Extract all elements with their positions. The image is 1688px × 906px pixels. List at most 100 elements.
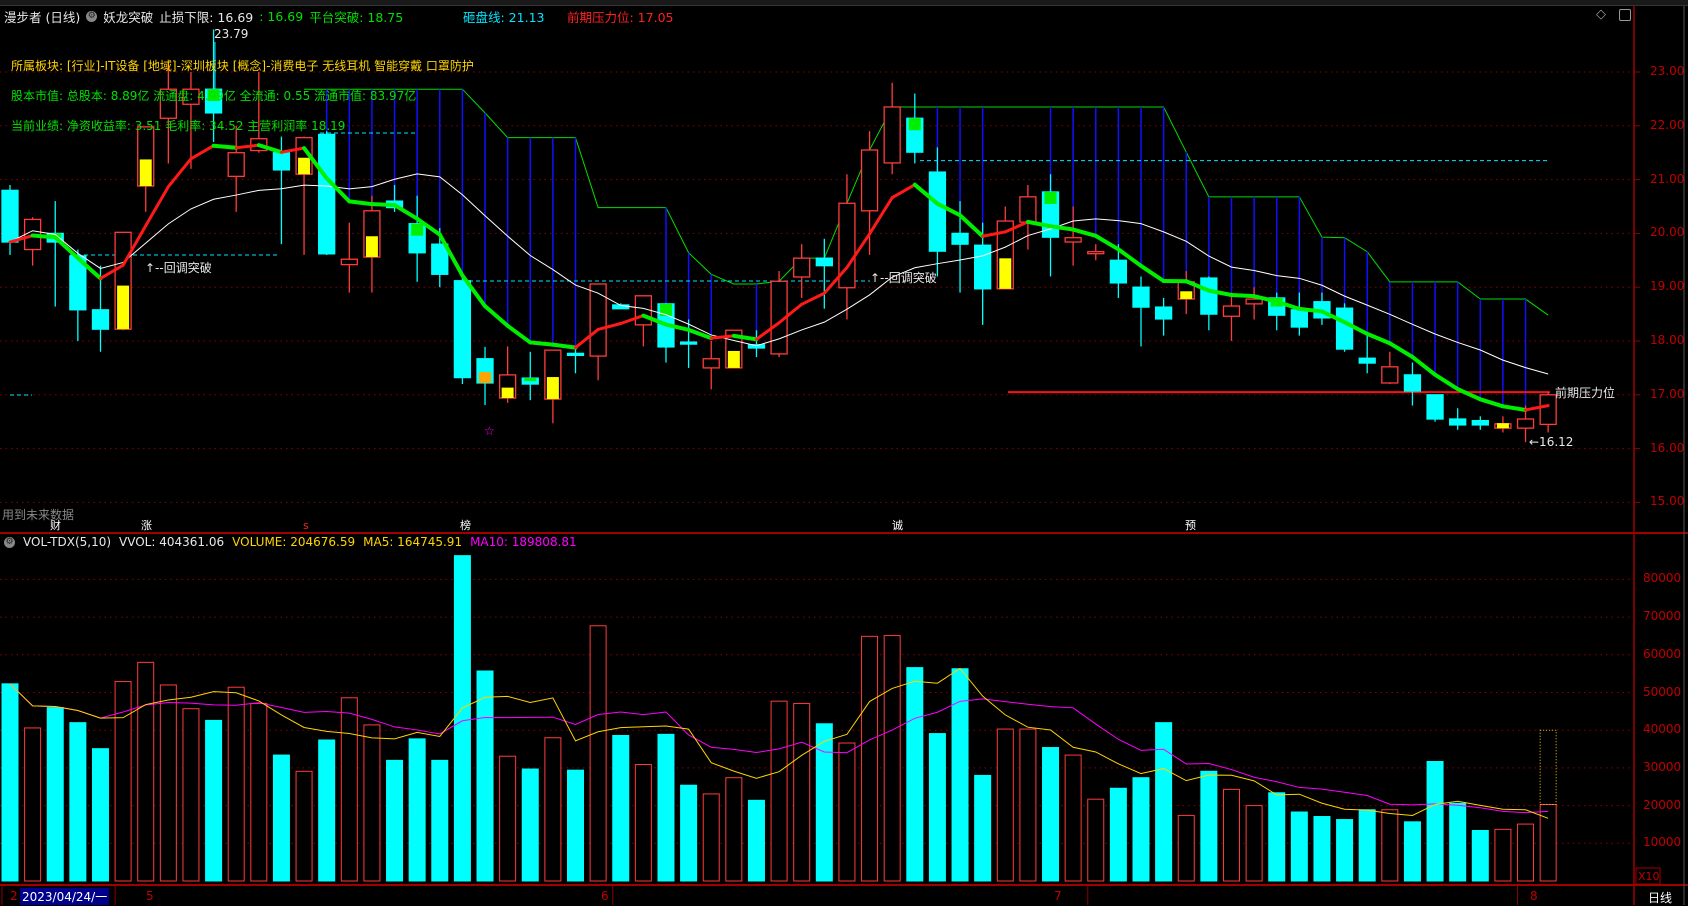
gear-icon[interactable]: ⚙	[4, 537, 15, 548]
volume-bar	[635, 765, 651, 881]
volume-tick-label: 50000	[1643, 685, 1681, 699]
candle-highlight	[411, 224, 423, 236]
trend-line-falling	[553, 345, 576, 348]
candle-highlight	[502, 388, 514, 398]
volume-bar	[2, 684, 18, 881]
candle-highlight	[366, 236, 378, 257]
volume-bar	[839, 743, 855, 881]
candle-down	[2, 190, 18, 242]
volume-bar	[296, 771, 312, 881]
volume-bars[interactable]	[2, 556, 1556, 881]
pullback-break-label-1: ↑--回调突破	[145, 259, 212, 276]
volume-bar	[92, 749, 108, 881]
volume-bar	[545, 738, 561, 881]
candle-down	[319, 134, 335, 253]
indicator-name[interactable]: 妖龙突破	[103, 7, 153, 26]
volume-bar	[138, 662, 154, 881]
candle-down	[1133, 287, 1149, 307]
volume-projection	[1540, 730, 1556, 804]
volume-bar	[794, 703, 810, 881]
candle-highlight	[909, 118, 921, 130]
month-7: 7	[1054, 889, 1062, 903]
volume-bar	[1314, 817, 1330, 881]
diamond-icon[interactable]: ◇	[1596, 7, 1606, 22]
price-tick-label: 16.00	[1650, 441, 1684, 455]
panel-toggle-icon[interactable]	[1619, 9, 1631, 21]
candle-up	[794, 258, 810, 277]
tag-rank[interactable]: 榜	[458, 519, 473, 532]
volume-bar	[590, 626, 606, 881]
gear-icon[interactable]: ⚙	[86, 11, 97, 22]
tag-honest[interactable]: 诚	[890, 519, 905, 532]
star-icon: ☆	[484, 424, 495, 438]
candle-up	[1518, 419, 1534, 428]
date-first: 2	[10, 889, 18, 903]
volume-bar	[1178, 815, 1194, 881]
volume-tick-label: 70000	[1643, 609, 1681, 623]
tag-finance[interactable]: 财	[48, 519, 63, 532]
volume-bar	[1404, 822, 1420, 881]
volume-indicator-name[interactable]: VOL-TDX(5,10)	[23, 535, 111, 549]
volume-bar	[726, 778, 742, 881]
trend-line-falling	[1503, 406, 1526, 410]
volume-bar	[1359, 810, 1375, 881]
candle-highlight	[660, 304, 672, 316]
volume-tick-label: 20000	[1643, 798, 1681, 812]
trend-line-falling	[372, 204, 395, 205]
tag-s[interactable]: s	[301, 519, 311, 532]
candle-up	[1540, 395, 1556, 425]
candle-down	[975, 245, 991, 289]
volume-bar	[25, 728, 41, 881]
volume-bar	[1088, 799, 1104, 881]
candle-down	[681, 342, 697, 344]
dump-line-value: 砸盘线: 21.13	[463, 7, 544, 26]
tag-rise[interactable]: 涨	[139, 519, 154, 532]
trend-line-rising	[191, 146, 214, 159]
platform-break-value: 平台突破: 18.75	[309, 7, 403, 26]
trend-line-falling	[1458, 389, 1481, 399]
trend-line-rising	[168, 159, 191, 187]
trend-line-falling	[508, 326, 531, 343]
candle-up	[590, 284, 606, 356]
volume-bar	[1337, 820, 1353, 881]
candle-highlight	[1045, 192, 1057, 204]
volume-bar	[251, 703, 267, 881]
volume-bar	[228, 687, 244, 881]
trend-line-falling	[33, 236, 56, 238]
volume-bar	[477, 671, 493, 881]
volume-bar	[183, 709, 199, 881]
volume-bar	[1518, 824, 1534, 881]
stop-loss-value-2: : 16.69	[259, 9, 303, 24]
volume-bar	[341, 698, 357, 881]
candle-up	[884, 107, 900, 163]
stock-name: 漫步者 (日线)	[4, 7, 80, 26]
volume-tick-label: 30000	[1643, 760, 1681, 774]
trend-line-falling	[1367, 334, 1390, 343]
stock-chart[interactable]	[0, 0, 1688, 905]
trend-line-falling	[1141, 266, 1164, 281]
volume-bar	[907, 668, 923, 881]
price-tick-label: 20.00	[1650, 225, 1684, 239]
period-label[interactable]: 日线	[1648, 889, 1672, 906]
volume-bar	[1291, 812, 1307, 881]
prev-pressure-value: 前期压力位: 17.05	[567, 7, 673, 26]
trend-line-rising	[892, 185, 915, 198]
candle-down	[816, 258, 832, 266]
price-tick-label: 21.00	[1650, 172, 1684, 186]
candle-down	[1427, 395, 1443, 419]
top-toolbar-strip	[0, 0, 1688, 6]
trend-line-falling	[485, 306, 508, 326]
volume-bar	[1450, 803, 1466, 881]
trend-line-falling	[689, 330, 712, 338]
volume-bar	[1133, 778, 1149, 881]
candle-up	[1246, 299, 1262, 304]
prev-pressure-label: 前期压力位	[1555, 384, 1615, 401]
candle-down	[454, 281, 470, 378]
trend-line-rising	[802, 293, 825, 304]
trend-line-falling	[1299, 309, 1322, 312]
current-date[interactable]: 2023/04/24/一	[20, 888, 109, 905]
candle-down	[1359, 358, 1375, 363]
candle-highlight	[117, 286, 129, 330]
volume-bar	[681, 785, 697, 881]
tag-forecast[interactable]: 预	[1183, 519, 1198, 532]
